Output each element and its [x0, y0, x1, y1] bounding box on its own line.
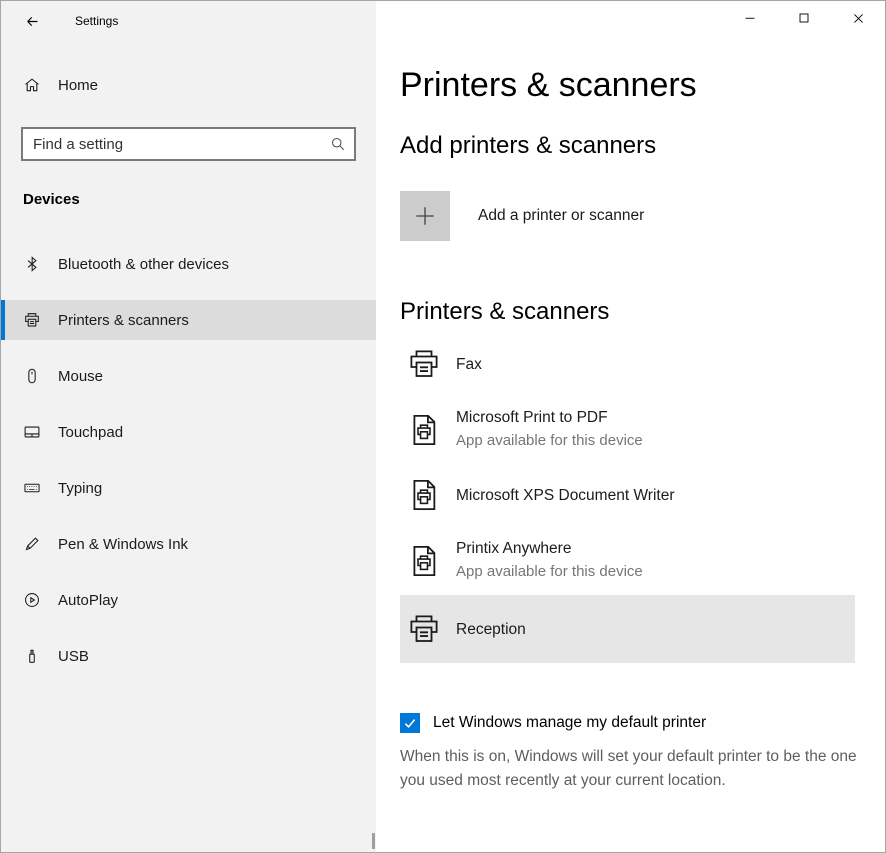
default-printer-section: Let Windows manage my default printer Wh… — [400, 713, 855, 792]
sidebar-item-label: Pen & Windows Ink — [58, 536, 188, 553]
back-arrow-icon — [24, 13, 41, 30]
add-printer-label: Add a printer or scanner — [478, 207, 644, 225]
bluetooth-icon — [23, 255, 41, 273]
printer-status: App available for this device — [456, 561, 643, 583]
printer-name: Reception — [456, 619, 526, 640]
sidebar-item-label: Touchpad — [58, 424, 123, 441]
printer-text: Microsoft Print to PDF App available for… — [456, 407, 643, 452]
sidebar-item-usb[interactable]: USB — [1, 636, 376, 676]
mouse-icon — [23, 367, 41, 385]
autoplay-icon — [23, 591, 41, 609]
plus-icon — [400, 191, 450, 241]
selected-accent-bar — [1, 300, 5, 340]
sidebar-scrollbar-thumb[interactable] — [372, 833, 375, 849]
sidebar-item-label: Typing — [58, 480, 102, 497]
sidebar-section-header: Devices — [23, 191, 376, 208]
printer-name: Fax — [456, 354, 482, 375]
sidebar-item-mouse[interactable]: Mouse — [1, 356, 376, 396]
default-printer-description: When this is on, Windows will set your d… — [400, 745, 862, 792]
printer-icon — [406, 611, 442, 647]
sidebar: Settings Home Devices Bluetooth & other … — [1, 1, 376, 852]
back-button[interactable] — [15, 7, 49, 35]
sidebar-item-label: Mouse — [58, 368, 103, 385]
sidebar-nav: Bluetooth & other devices Printers & sca… — [1, 244, 376, 676]
printer-text: Reception — [456, 619, 526, 640]
search-icon[interactable] — [329, 135, 347, 153]
printers-section-heading: Printers & scanners — [400, 297, 855, 327]
sidebar-item-printers-scanners[interactable]: Printers & scanners — [1, 300, 376, 340]
keyboard-icon — [23, 479, 41, 497]
printer-list: Fax Microsoft Print to PDF App available… — [400, 333, 855, 663]
printer-row-printix-anywhere[interactable]: Printix Anywhere App available for this … — [400, 526, 855, 595]
add-section-heading: Add printers & scanners — [400, 131, 855, 161]
window-controls — [723, 1, 885, 35]
app-title: Settings — [75, 14, 118, 28]
settings-window: Settings Home Devices Bluetooth & other … — [0, 0, 886, 853]
home-label: Home — [58, 77, 98, 94]
checkmark-icon — [402, 715, 418, 731]
printer-document-icon — [406, 477, 442, 513]
touchpad-icon — [23, 423, 41, 441]
maximize-button[interactable] — [777, 1, 831, 35]
default-printer-label: Let Windows manage my default printer — [433, 714, 706, 732]
printer-name: Printix Anywhere — [456, 538, 643, 559]
home-icon — [23, 76, 41, 94]
printer-text: Printix Anywhere App available for this … — [456, 538, 643, 583]
sidebar-item-bluetooth[interactable]: Bluetooth & other devices — [1, 244, 376, 284]
sidebar-item-pen-windows-ink[interactable]: Pen & Windows Ink — [1, 524, 376, 564]
printer-row-fax[interactable]: Fax — [400, 333, 855, 395]
sidebar-item-home[interactable]: Home — [1, 65, 376, 105]
printer-row-microsoft-print-to-pdf[interactable]: Microsoft Print to PDF App available for… — [400, 395, 855, 464]
sidebar-item-autoplay[interactable]: AutoPlay — [1, 580, 376, 620]
printer-row-reception[interactable]: Reception — [400, 595, 855, 663]
printer-icon — [406, 346, 442, 382]
printer-document-icon — [406, 412, 442, 448]
add-printer-button[interactable]: Add a printer or scanner — [400, 191, 644, 241]
search-box — [21, 127, 356, 161]
sidebar-item-label: USB — [58, 648, 89, 665]
default-printer-checkbox[interactable] — [400, 713, 420, 733]
titlebar-left: Settings — [1, 1, 376, 41]
printer-text: Microsoft XPS Document Writer — [456, 485, 675, 506]
page-title: Printers & scanners — [400, 65, 855, 105]
minimize-button[interactable] — [723, 1, 777, 35]
sidebar-item-typing[interactable]: Typing — [1, 468, 376, 508]
default-printer-checkbox-row[interactable]: Let Windows manage my default printer — [400, 713, 706, 733]
printer-status: App available for this device — [456, 430, 643, 452]
close-button[interactable] — [831, 1, 885, 35]
usb-icon — [23, 647, 41, 665]
search-input[interactable] — [21, 127, 356, 161]
sidebar-item-label: Printers & scanners — [58, 312, 189, 329]
sidebar-item-touchpad[interactable]: Touchpad — [1, 412, 376, 452]
printer-text: Fax — [456, 354, 482, 375]
main-content: Printers & scanners Add printers & scann… — [376, 1, 885, 852]
printer-row-microsoft-xps-document-writer[interactable]: Microsoft XPS Document Writer — [400, 464, 855, 526]
printer-document-icon — [406, 543, 442, 579]
printer-name: Microsoft XPS Document Writer — [456, 485, 675, 506]
sidebar-item-label: Bluetooth & other devices — [58, 256, 229, 273]
pen-icon — [23, 535, 41, 553]
printer-name: Microsoft Print to PDF — [456, 407, 643, 428]
sidebar-item-label: AutoPlay — [58, 592, 118, 609]
printer-icon — [23, 311, 41, 329]
